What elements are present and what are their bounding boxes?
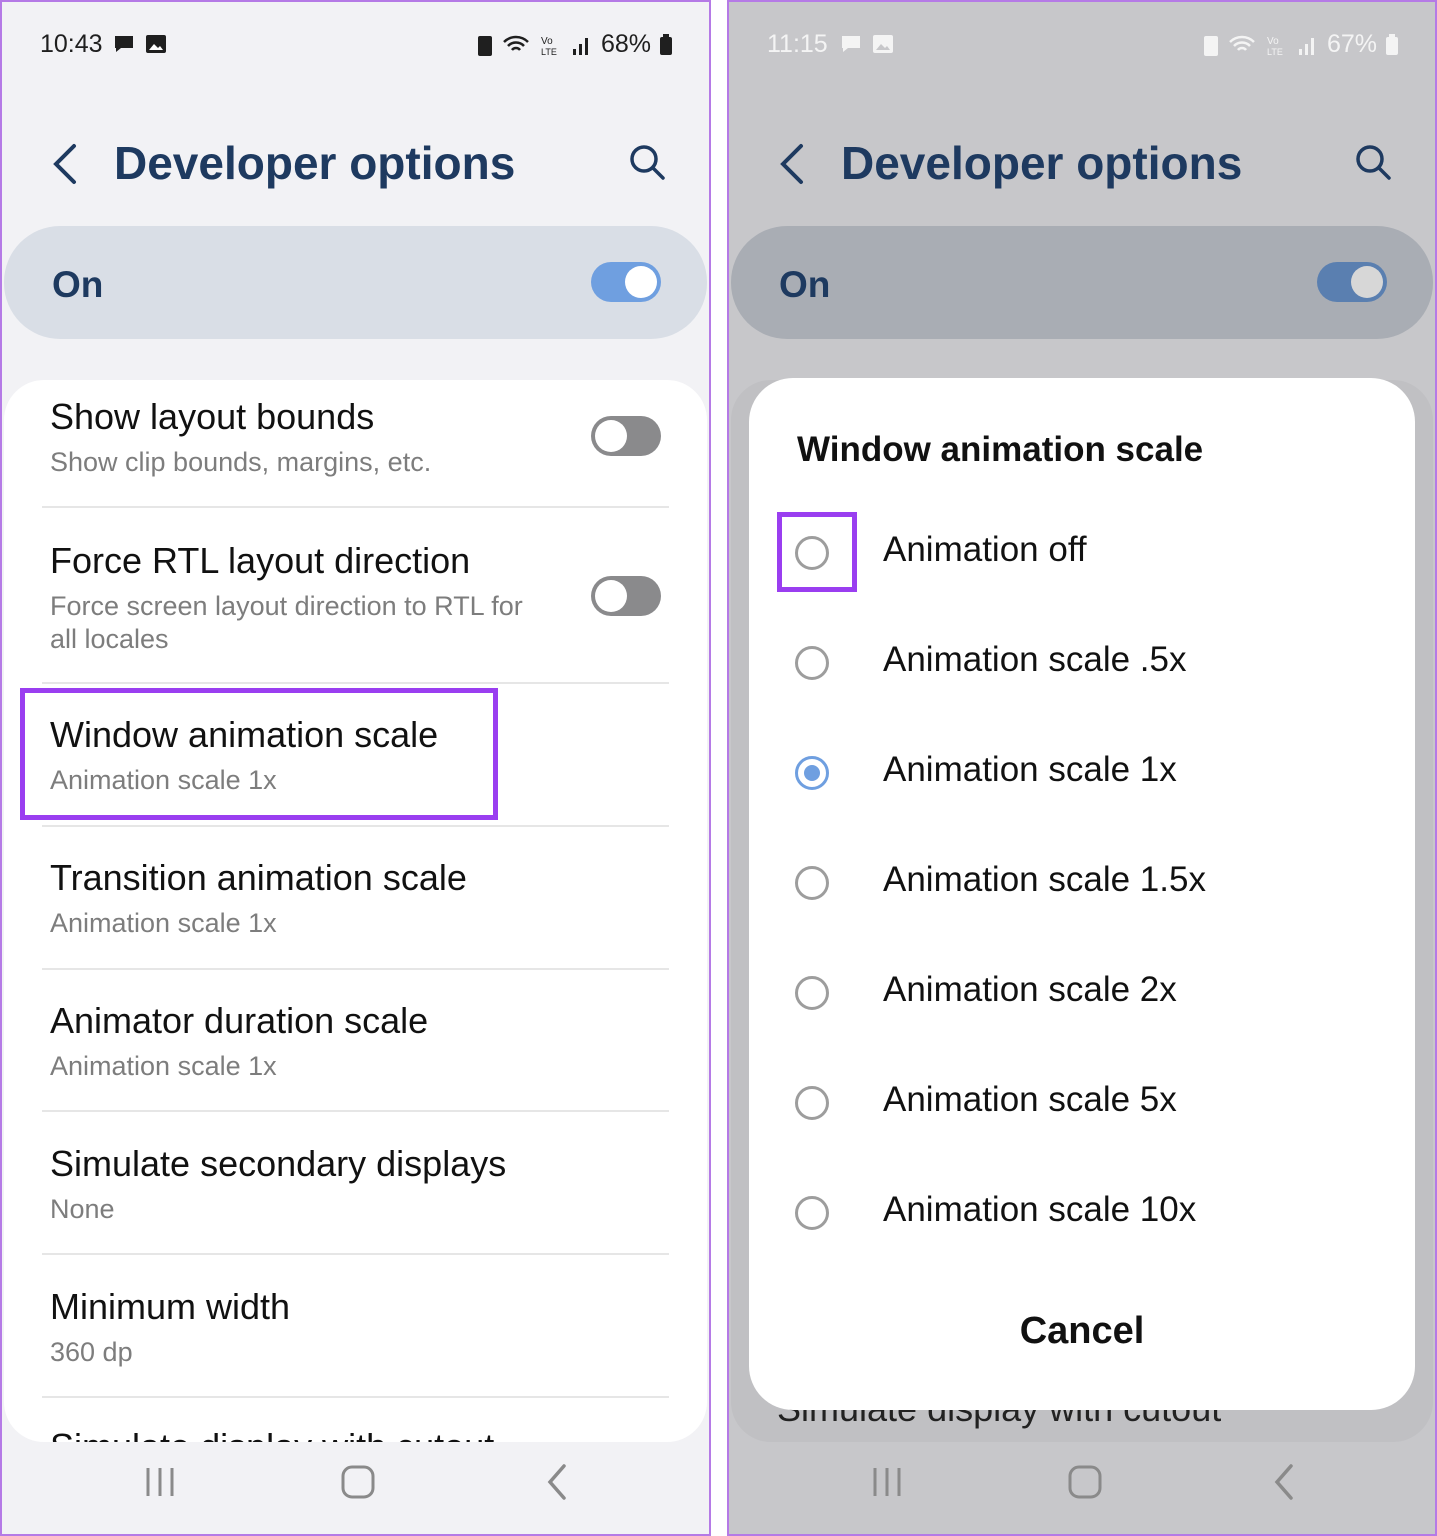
setting-transition-animation-scale[interactable]: Transition animation scale Animation sca… (50, 857, 661, 940)
home-icon[interactable] (336, 1460, 380, 1504)
item-title: Minimum width (50, 1286, 291, 1327)
status-time: 11:15 (767, 30, 828, 58)
volte-icon: VoLTE (541, 36, 557, 57)
highlight-box (777, 512, 857, 592)
item-subtitle: None (50, 1194, 115, 1224)
radio-button[interactable] (795, 976, 829, 1010)
item-subtitle: Force screen layout direction to RTL for… (50, 591, 523, 654)
battery-saver-icon (477, 35, 492, 56)
message-icon (842, 36, 860, 52)
divider (42, 1253, 669, 1255)
home-icon[interactable] (1063, 1460, 1107, 1504)
master-toggle[interactable] (1317, 262, 1387, 302)
master-switch-label: On (52, 264, 104, 305)
setting-show-layout-bounds[interactable]: Show layout bounds Show clip bounds, mar… (50, 396, 661, 479)
wifi-icon (503, 35, 529, 51)
option-label: Animation scale 2x (883, 970, 1177, 1009)
svg-text:LTE: LTE (1267, 47, 1283, 57)
show-layout-bounds-toggle[interactable] (591, 416, 661, 456)
page-title: Developer options (114, 137, 516, 189)
dialog-title: Window animation scale (797, 430, 1204, 469)
nav-back-icon[interactable] (536, 1460, 580, 1504)
radio-button[interactable] (795, 646, 829, 680)
settings-card: Show layout bounds Show clip bounds, mar… (4, 380, 707, 1442)
option-animation-scale-0-5x[interactable]: Animation scale .5x (795, 640, 1355, 706)
option-animation-scale-1x[interactable]: Animation scale 1x (795, 750, 1355, 816)
svg-text:LTE: LTE (541, 47, 557, 57)
divider (42, 682, 669, 684)
setting-minimum-width[interactable]: Minimum width 360 dp (50, 1286, 661, 1369)
divider (42, 1396, 669, 1398)
divider (42, 825, 669, 827)
item-subtitle: Animation scale 1x (50, 908, 277, 938)
status-bar: 10:43 Vo LTE 68% (2, 26, 709, 66)
recent-apps-icon[interactable] (138, 1460, 182, 1504)
battery-percent: 68% (600, 30, 651, 58)
option-animation-off[interactable]: Animation off (795, 530, 1355, 596)
option-label: Animation scale 10x (883, 1190, 1197, 1229)
master-toggle[interactable] (591, 262, 661, 302)
radio-button[interactable] (795, 1086, 829, 1120)
battery-saver-icon (1203, 35, 1218, 56)
item-title: Show layout bounds (50, 396, 375, 437)
item-title: Animator duration scale (50, 1000, 429, 1041)
item-subtitle: 360 dp (50, 1337, 133, 1367)
setting-force-rtl[interactable]: Force RTL layout direction Force screen … (50, 540, 661, 656)
highlight-box (20, 688, 498, 820)
item-subtitle: Show clip bounds, margins, etc. (50, 447, 432, 477)
option-label: Animation scale 1.5x (883, 860, 1206, 899)
battery-icon (660, 33, 672, 55)
master-switch-row[interactable]: On (731, 226, 1433, 339)
radio-button[interactable] (795, 1196, 829, 1230)
search-icon[interactable] (1353, 142, 1393, 182)
svg-text:Vo: Vo (541, 36, 553, 47)
signal-icon (1298, 37, 1314, 55)
master-switch-label: On (779, 264, 831, 305)
navigation-bar (729, 1438, 1435, 1534)
option-label: Animation scale .5x (883, 640, 1187, 679)
gallery-icon (146, 35, 166, 53)
right-screen: 11:15 VoLTE 67% Developer options On Sim… (727, 0, 1437, 1536)
option-label: Animation scale 1x (883, 750, 1177, 789)
option-animation-scale-1-5x[interactable]: Animation scale 1.5x (795, 860, 1355, 926)
option-label: Animation scale 5x (883, 1080, 1177, 1119)
page-title: Developer options (841, 137, 1243, 189)
back-arrow-icon[interactable] (773, 142, 813, 186)
option-animation-scale-2x[interactable]: Animation scale 2x (795, 970, 1355, 1036)
item-subtitle: Animation scale 1x (50, 1051, 277, 1081)
cancel-button[interactable]: Cancel (749, 1310, 1415, 1353)
setting-animator-duration-scale[interactable]: Animator duration scale Animation scale … (50, 1000, 661, 1083)
divider (42, 1110, 669, 1112)
svg-text:Vo: Vo (1267, 36, 1279, 47)
battery-icon (1386, 33, 1398, 55)
nav-back-icon[interactable] (1263, 1460, 1307, 1504)
recent-apps-icon[interactable] (865, 1460, 909, 1504)
option-animation-scale-5x[interactable]: Animation scale 5x (795, 1080, 1355, 1146)
volte-icon: VoLTE (1267, 36, 1283, 57)
radio-button-selected[interactable] (795, 756, 829, 790)
wifi-icon (1229, 35, 1255, 51)
message-icon (115, 36, 133, 52)
master-switch-row[interactable]: On (4, 226, 707, 339)
option-animation-scale-10x[interactable]: Animation scale 10x (795, 1190, 1355, 1256)
navigation-bar (2, 1438, 709, 1534)
option-label: Animation off (883, 530, 1087, 569)
signal-icon (572, 37, 588, 55)
item-title: Transition animation scale (50, 857, 467, 898)
item-title: Simulate secondary displays (50, 1143, 507, 1184)
status-time: 10:43 (40, 30, 103, 58)
radio-button[interactable] (795, 866, 829, 900)
back-arrow-icon[interactable] (46, 142, 86, 186)
status-bar: 11:15 Vo LTE 67% (729, 26, 1435, 66)
gallery-icon (873, 35, 893, 53)
setting-simulate-secondary-displays[interactable]: Simulate secondary displays None (50, 1143, 661, 1226)
divider (42, 506, 669, 508)
left-screen: 10:43 Vo LTE 68% Developer options On Sho… (0, 0, 711, 1536)
divider (42, 968, 669, 970)
search-icon[interactable] (627, 142, 667, 182)
battery-percent: 67% (1326, 30, 1377, 58)
force-rtl-toggle[interactable] (591, 576, 661, 616)
item-title: Force RTL layout direction (50, 540, 471, 581)
